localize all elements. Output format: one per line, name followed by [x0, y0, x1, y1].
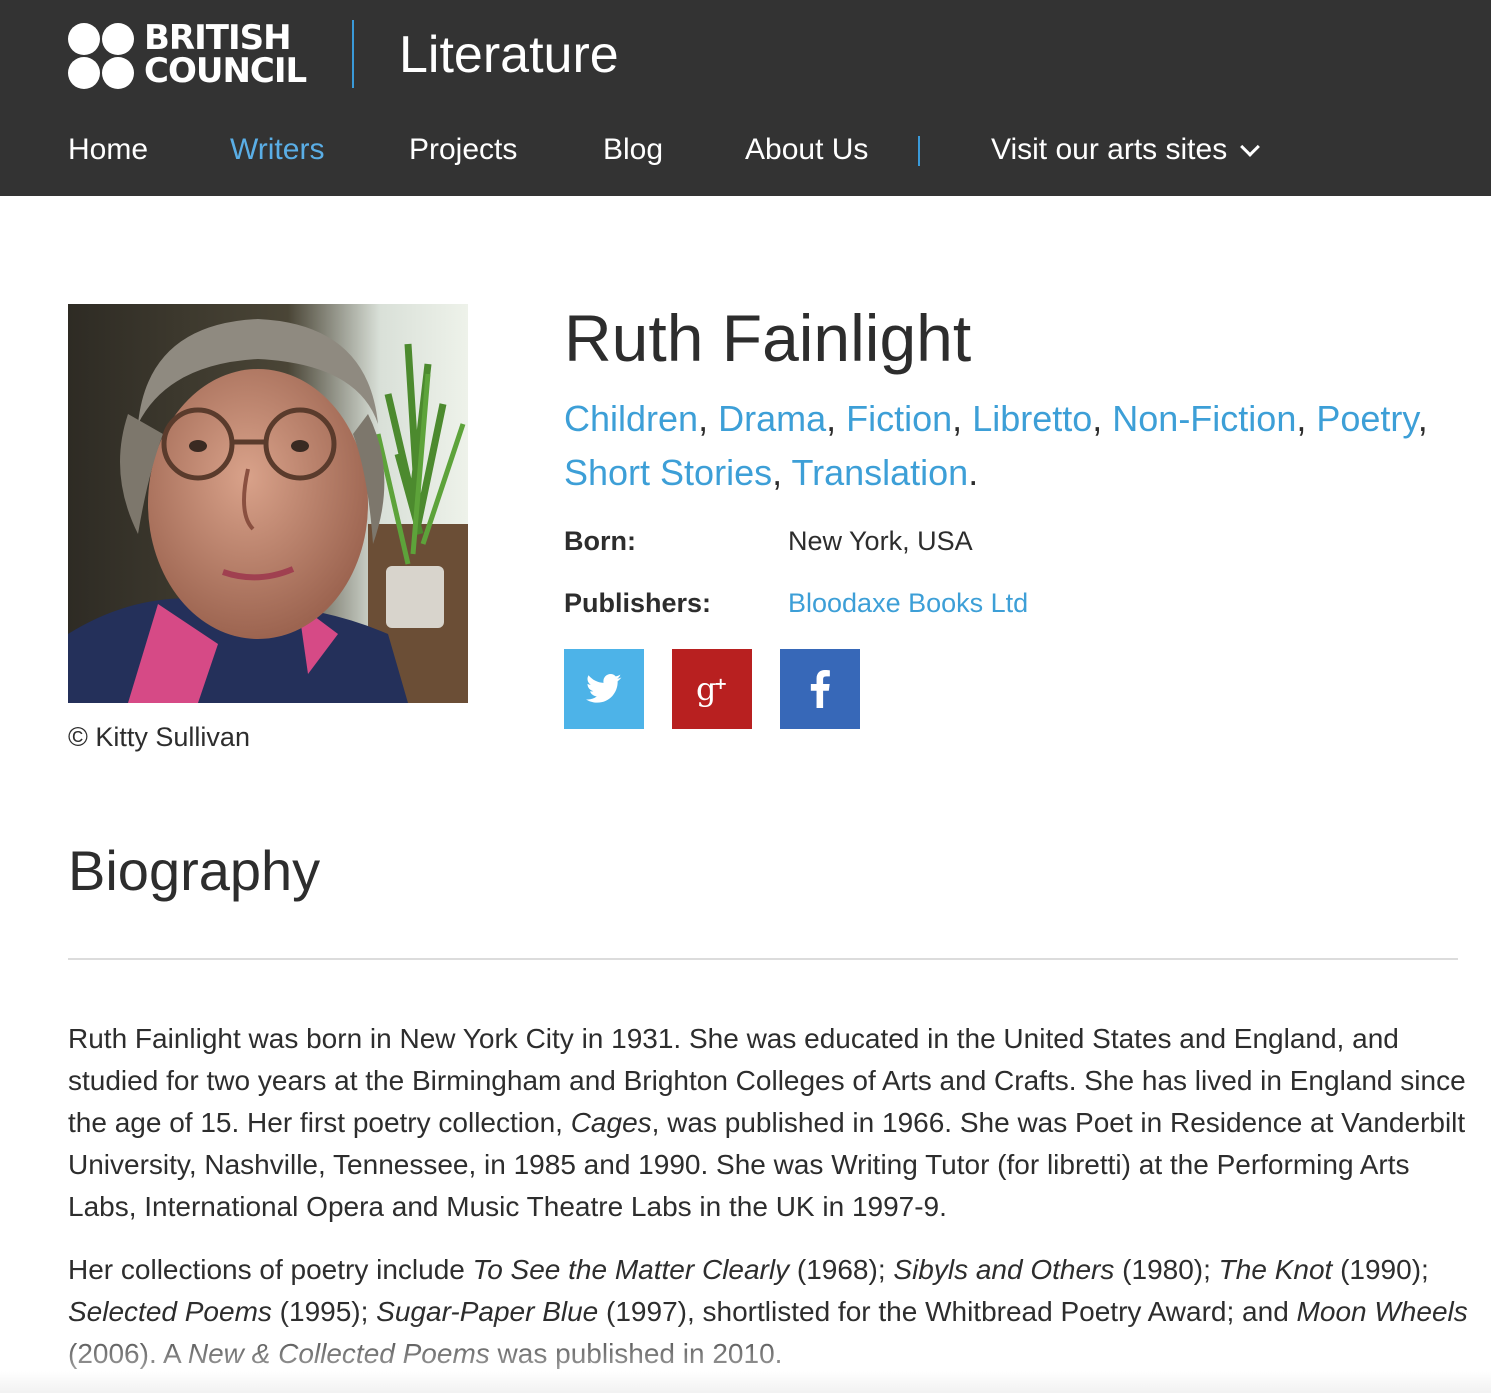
nav-item-about-us[interactable]: About Us: [745, 133, 868, 167]
genre-link-fiction[interactable]: Fiction: [846, 398, 952, 439]
section-title[interactable]: Literature: [399, 24, 619, 86]
genre-link-translation[interactable]: Translation: [791, 452, 968, 493]
bio-title: Moon Wheels: [1296, 1296, 1468, 1327]
bio-text: (1995);: [271, 1296, 377, 1327]
portrait-illustration: [68, 304, 468, 703]
born-label: Born:: [564, 526, 636, 556]
bio-title: To See the Matter Clearly: [472, 1254, 790, 1285]
site-header: BRITISH COUNCIL Literature Home Writers …: [0, 0, 1491, 196]
publisher-link[interactable]: Bloodaxe Books Ltd: [788, 588, 1028, 619]
nav-item-visit-arts-sites[interactable]: Visit our arts sites: [991, 133, 1261, 167]
bio-text: (1997), shortlisted for the Whitbread Po…: [598, 1296, 1297, 1327]
logo-dots-icon: [68, 21, 136, 89]
google-plus-icon: g +: [696, 670, 727, 708]
genre-list: Children, Drama, Fiction, Libretto, Non-…: [564, 392, 1464, 500]
genre-separator: ,: [1296, 398, 1317, 439]
facebook-share-button[interactable]: [780, 649, 860, 729]
genre-separator: ,: [826, 398, 847, 439]
bio-text: (1990);: [1332, 1254, 1429, 1285]
bio-title-cages: Cages: [570, 1107, 652, 1138]
nav-item-home[interactable]: Home: [68, 133, 148, 167]
bio-title: The Knot: [1218, 1254, 1333, 1285]
visit-arts-sites-label: Visit our arts sites: [991, 133, 1228, 166]
facebook-icon: [810, 670, 830, 708]
genre-link-poetry[interactable]: Poetry: [1316, 398, 1417, 439]
genre-link-short-stories[interactable]: Short Stories: [564, 452, 772, 493]
twitter-icon: [586, 674, 622, 703]
logo-wordmark: BRITISH COUNCIL: [144, 21, 307, 91]
genre-link-children[interactable]: Children: [564, 398, 698, 439]
born-value: New York, USA: [788, 526, 973, 556]
chevron-down-icon: [1240, 137, 1261, 157]
genre-separator: ,: [772, 452, 792, 493]
genre-link-libretto[interactable]: Libretto: [972, 398, 1092, 439]
header-divider: [352, 20, 354, 88]
genre-separator: ,: [698, 398, 719, 439]
photo-credit: © Kitty Sullivan: [68, 722, 250, 752]
nav-item-writers[interactable]: Writers: [230, 133, 324, 167]
bio-text: was published in 2010.: [489, 1338, 783, 1369]
bio-title: Sibyls and Others: [893, 1254, 1115, 1285]
biography-paragraph-1: Ruth Fainlight was born in New York City…: [68, 1018, 1468, 1228]
genre-end-period: .: [968, 452, 979, 493]
biography-heading: Biography: [68, 839, 321, 902]
writer-portrait-image: [68, 304, 468, 703]
genre-separator: ,: [952, 398, 973, 439]
logo-line-2: COUNCIL: [144, 51, 307, 91]
nav-item-blog[interactable]: Blog: [603, 133, 663, 167]
twitter-share-button[interactable]: [564, 649, 644, 729]
nav-item-projects[interactable]: Projects: [409, 133, 517, 167]
section-divider: [68, 958, 1458, 960]
biography-paragraph-2: Her collections of poetry include To See…: [68, 1249, 1468, 1375]
bio-title: Sugar-Paper Blue: [376, 1296, 599, 1327]
genre-link-drama[interactable]: Drama: [718, 398, 826, 439]
british-council-logo[interactable]: BRITISH COUNCIL: [68, 20, 307, 91]
genre-link-non-fiction[interactable]: Non-Fiction: [1112, 398, 1296, 439]
bio-title: Selected Poems: [68, 1296, 272, 1327]
bio-title: New & Collected Poems: [187, 1338, 490, 1369]
google-plus-share-button[interactable]: g +: [672, 649, 752, 729]
publishers-label: Publishers:: [564, 588, 712, 618]
writer-name: Ruth Fainlight: [564, 301, 972, 375]
svg-text:+: +: [714, 674, 727, 693]
bio-text: (1968);: [789, 1254, 894, 1285]
nav-separator: [918, 136, 920, 166]
genre-separator: ,: [1092, 398, 1113, 439]
genre-separator: ,: [1417, 398, 1428, 439]
bio-text: Her collections of poetry include: [68, 1254, 473, 1285]
bio-text: (1980);: [1114, 1254, 1219, 1285]
bio-text: (2006). A: [68, 1338, 188, 1369]
